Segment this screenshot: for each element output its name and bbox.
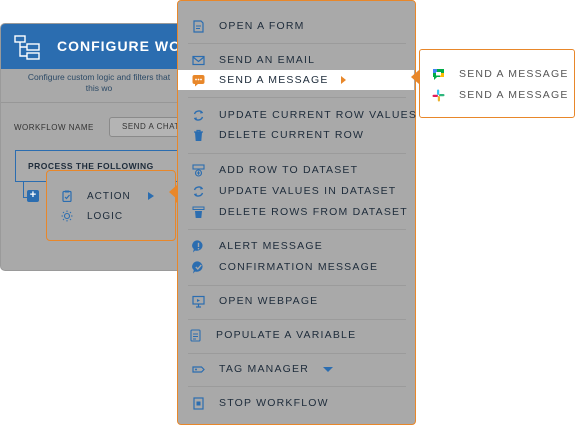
menu-item-label: UPDATE VALUES IN DATASET — [219, 185, 397, 197]
action-item[interactable]: ACTION — [61, 188, 131, 204]
menu-item-label: DELETE CURRENT ROW — [219, 129, 365, 141]
separator — [188, 229, 406, 230]
menu-item-label: SEND A MESSAGE — [219, 74, 329, 86]
monitor-icon — [192, 295, 205, 308]
add-step-button[interactable]: + — [27, 190, 39, 202]
menu-item-label: CONFIRMATION MESSAGE — [219, 261, 379, 273]
workflow-diagram-icon — [14, 35, 40, 60]
menu-item-label: ADD ROW TO DATASET — [219, 164, 359, 176]
separator — [188, 353, 406, 354]
menu-item-add-row[interactable]: ADD ROW TO DATASET — [178, 160, 414, 180]
slack-icon — [432, 89, 445, 101]
trash-dataset-icon — [192, 206, 205, 218]
divider — [1, 102, 201, 103]
separator — [188, 97, 406, 98]
check-circle-icon — [192, 260, 203, 273]
stop-icon — [193, 396, 204, 410]
trash-icon — [194, 129, 203, 141]
action-menu: OPEN A FORM SEND AN EMAIL SEND A MESSAGE… — [177, 0, 416, 425]
menu-item-send-message[interactable]: SEND A MESSAGE — [178, 70, 414, 90]
menu-item-populate-variable[interactable]: POPULATE A VARIABLE — [178, 325, 414, 345]
menu-item-label: OPEN A FORM — [219, 20, 305, 32]
menu-item-send-email[interactable]: SEND AN EMAIL — [178, 50, 414, 70]
separator — [188, 386, 406, 387]
logic-label: LOGIC — [87, 210, 124, 222]
add-row-icon — [192, 163, 205, 177]
submenu-pointer — [411, 70, 419, 84]
menu-item-label: POPULATE A VARIABLE — [216, 329, 357, 341]
menu-item-open-form[interactable]: OPEN A FORM — [178, 16, 414, 36]
submenu-item-slack[interactable]: SEND A MESSAGE — [432, 87, 569, 103]
menu-item-confirmation-message[interactable]: CONFIRMATION MESSAGE — [178, 257, 414, 277]
menu-item-label: SEND AN EMAIL — [219, 54, 316, 66]
menu-item-label: STOP WORKFLOW — [219, 397, 329, 409]
menu-item-stop-workflow[interactable]: STOP WORKFLOW — [178, 393, 414, 413]
lightbulb-icon — [61, 210, 73, 222]
submenu-item-label: SEND A MESSAGE — [459, 68, 569, 80]
chevron-right-icon — [148, 192, 154, 200]
tag-icon — [192, 365, 205, 373]
refresh-row-icon — [193, 109, 204, 121]
alert-icon — [192, 239, 203, 252]
chat-bubble-icon — [192, 74, 205, 86]
panel-header: CONFIGURE WO — [1, 24, 201, 69]
action-logic-popup: ACTION LOGIC — [46, 170, 183, 241]
menu-item-update-dataset[interactable]: UPDATE VALUES IN DATASET — [178, 181, 414, 201]
panel-description: Configure custom logic and filters that … — [1, 72, 197, 94]
google-chat-icon — [433, 68, 444, 80]
menu-item-update-current-row[interactable]: UPDATE CURRENT ROW VALUES — [178, 105, 418, 125]
submenu-item-label: SEND A MESSAGE — [459, 89, 569, 101]
menu-item-alert-message[interactable]: ALERT MESSAGE — [178, 236, 414, 256]
menu-item-label: DELETE ROWS FROM DATASET — [219, 206, 408, 218]
refresh-dataset-icon — [193, 185, 204, 197]
description-line-2: this wo — [85, 83, 113, 93]
chevron-right-icon — [340, 76, 346, 84]
description-line-1: Configure custom logic and filters that — [27, 72, 171, 82]
logic-item[interactable]: LOGIC — [61, 208, 123, 224]
menu-item-label: UPDATE CURRENT ROW VALUES — [219, 109, 418, 121]
separator — [188, 153, 406, 154]
email-icon — [192, 55, 205, 65]
separator — [188, 285, 406, 286]
separator — [188, 43, 406, 44]
send-message-submenu: SEND A MESSAGE SEND A MESSAGE — [419, 49, 575, 118]
variable-icon — [190, 328, 201, 342]
workflow-name-label: WORKFLOW NAME — [14, 123, 94, 132]
clipboard-check-icon — [62, 190, 72, 202]
menu-item-open-webpage[interactable]: OPEN WEBPAGE — [178, 291, 414, 311]
chevron-down-icon — [323, 366, 334, 372]
form-icon — [193, 19, 204, 33]
submenu-item-google-chat[interactable]: SEND A MESSAGE — [432, 66, 569, 82]
menu-item-label: OPEN WEBPAGE — [219, 295, 319, 307]
menu-item-delete-current-row[interactable]: DELETE CURRENT ROW — [178, 125, 414, 145]
menu-item-label: TAG MANAGER — [219, 363, 310, 375]
menu-pointer — [169, 185, 177, 199]
menu-item-delete-dataset-rows[interactable]: DELETE ROWS FROM DATASET — [178, 202, 414, 222]
panel-title: CONFIGURE WO — [57, 38, 181, 54]
menu-item-tag-manager[interactable]: TAG MANAGER — [178, 359, 414, 379]
separator — [188, 319, 406, 320]
menu-item-label: ALERT MESSAGE — [219, 240, 323, 252]
action-label: ACTION — [87, 190, 131, 202]
